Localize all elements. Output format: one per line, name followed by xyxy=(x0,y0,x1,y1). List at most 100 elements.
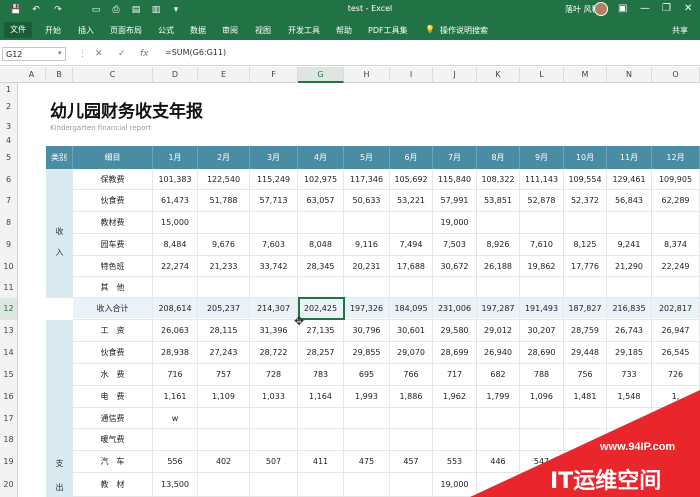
table-cell[interactable]: 7,603 xyxy=(250,234,298,256)
table-cell[interactable]: 19,000 xyxy=(433,212,477,234)
table-cell[interactable]: 61,473 xyxy=(153,190,198,212)
table-cell[interactable]: 63,057 xyxy=(298,190,344,212)
table-cell[interactable]: 17,688 xyxy=(390,256,433,277)
column-header-n[interactable]: N xyxy=(607,67,652,83)
table-cell[interactable]: 214,307 xyxy=(250,298,298,320)
row-item[interactable]: 教材费 xyxy=(73,212,153,234)
table-cell[interactable]: 1,993 xyxy=(344,386,390,408)
table-cell[interactable] xyxy=(344,277,390,298)
tab-pdf-tools[interactable]: PDF工具集 xyxy=(368,25,408,36)
table-cell[interactable] xyxy=(607,277,652,298)
share-button[interactable]: 共享 xyxy=(672,25,688,36)
table-cell[interactable]: 52,372 xyxy=(564,190,607,212)
row-header-9[interactable]: 9 xyxy=(0,234,18,256)
row-header-20[interactable]: 20 xyxy=(0,473,18,497)
table-cell[interactable]: 411 xyxy=(298,451,344,473)
table-cell[interactable]: 556 xyxy=(153,451,198,473)
table-cell[interactable]: 9,676 xyxy=(198,234,250,256)
row-item[interactable]: 伙食费 xyxy=(73,342,153,364)
table-cell[interactable]: 1,033 xyxy=(250,386,298,408)
table-cell[interactable]: 30,796 xyxy=(344,320,390,342)
table-cell[interactable]: w xyxy=(153,408,198,429)
table-cell[interactable]: 28,257 xyxy=(298,342,344,364)
table-cell[interactable] xyxy=(390,473,433,497)
table-cell[interactable]: 716 xyxy=(153,364,198,386)
table-cell[interactable]: 50,633 xyxy=(344,190,390,212)
tab-review[interactable]: 审阅 xyxy=(222,25,238,36)
active-cell-g12[interactable] xyxy=(298,297,345,320)
table-cell[interactable]: 8,374 xyxy=(652,234,700,256)
table-cell[interactable]: 111,143 xyxy=(520,169,564,190)
row-item[interactable]: 收入合计 xyxy=(73,298,153,320)
row-item[interactable]: 特色班 xyxy=(73,256,153,277)
column-header-o[interactable]: O xyxy=(652,67,700,83)
table-cell[interactable] xyxy=(344,473,390,497)
tab-help[interactable]: 帮助 xyxy=(336,25,352,36)
table-cell[interactable] xyxy=(298,212,344,234)
table-cell[interactable] xyxy=(250,473,298,497)
table-cell[interactable]: 231,006 xyxy=(433,298,477,320)
table-cell[interactable] xyxy=(564,277,607,298)
table-cell[interactable]: 102,975 xyxy=(298,169,344,190)
row-header-19[interactable]: 19 xyxy=(0,451,18,473)
column-header-b[interactable]: B xyxy=(46,67,73,83)
row-item[interactable]: 暖气费 xyxy=(73,429,153,451)
table-cell[interactable] xyxy=(298,429,344,451)
table-cell[interactable]: 30,672 xyxy=(433,256,477,277)
table-cell[interactable]: 26,940 xyxy=(477,342,520,364)
table-cell[interactable] xyxy=(153,429,198,451)
table-cell[interactable]: 13,500 xyxy=(153,473,198,497)
column-header-i[interactable]: I xyxy=(390,67,433,83)
table-cell[interactable]: 51,788 xyxy=(198,190,250,212)
table-cell[interactable] xyxy=(198,408,250,429)
table-cell[interactable] xyxy=(298,277,344,298)
table-cell[interactable]: 17,776 xyxy=(564,256,607,277)
table-cell[interactable]: 1,164 xyxy=(298,386,344,408)
table-cell[interactable] xyxy=(607,212,652,234)
row-header-1[interactable]: 1 xyxy=(0,83,18,97)
row-item[interactable]: 教 材 xyxy=(73,473,153,497)
column-header-a[interactable]: A xyxy=(18,67,46,83)
preview-icon[interactable]: ▤ xyxy=(130,4,142,16)
table-cell[interactable] xyxy=(433,277,477,298)
table-cell[interactable] xyxy=(250,212,298,234)
row-item[interactable]: 汽 车 xyxy=(73,451,153,473)
table-cell[interactable]: 682 xyxy=(477,364,520,386)
table-cell[interactable] xyxy=(390,212,433,234)
formula-input[interactable]: =SUM(G6:G11) xyxy=(165,48,226,57)
row-item[interactable]: 伙食费 xyxy=(73,190,153,212)
customize-qa-icon[interactable]: ▾ xyxy=(170,4,182,16)
table-cell[interactable]: 33,742 xyxy=(250,256,298,277)
tab-data[interactable]: 数据 xyxy=(190,25,206,36)
row-header-10[interactable]: 10 xyxy=(0,256,18,277)
table-cell[interactable]: 457 xyxy=(390,451,433,473)
table-cell[interactable] xyxy=(390,277,433,298)
table-cell[interactable]: 402 xyxy=(198,451,250,473)
row-header-7[interactable]: 7 xyxy=(0,190,18,212)
table-cell[interactable] xyxy=(250,277,298,298)
table-cell[interactable]: 28,722 xyxy=(250,342,298,364)
table-cell[interactable]: 28,345 xyxy=(298,256,344,277)
tell-me-search[interactable]: 操作说明搜索 xyxy=(440,25,488,36)
table-cell[interactable]: 717 xyxy=(433,364,477,386)
table-cell[interactable]: 197,326 xyxy=(344,298,390,320)
table-cell[interactable]: 28,115 xyxy=(198,320,250,342)
table-cell[interactable] xyxy=(564,212,607,234)
table-cell[interactable]: 202,817 xyxy=(652,298,700,320)
table-cell[interactable]: 757 xyxy=(198,364,250,386)
row-header-6[interactable]: 6 xyxy=(0,169,18,190)
row-header-15[interactable]: 15 xyxy=(0,364,18,386)
table-cell[interactable]: 53,851 xyxy=(477,190,520,212)
table-cell[interactable]: 108,322 xyxy=(477,169,520,190)
table-cell[interactable]: 26,947 xyxy=(652,320,700,342)
table-cell[interactable]: 728 xyxy=(250,364,298,386)
table-cell[interactable]: 28,690 xyxy=(520,342,564,364)
enter-icon[interactable]: ✓ xyxy=(118,49,126,59)
column-header-f[interactable]: F xyxy=(250,67,298,83)
ribbon-options-icon[interactable]: ▣ xyxy=(618,3,627,14)
row-item[interactable]: 工 资 xyxy=(73,320,153,342)
table-cell[interactable]: 208,614 xyxy=(153,298,198,320)
column-header-d[interactable]: D xyxy=(153,67,198,83)
table-cell[interactable]: 29,580 xyxy=(433,320,477,342)
row-header-16[interactable]: 16 xyxy=(0,386,18,408)
